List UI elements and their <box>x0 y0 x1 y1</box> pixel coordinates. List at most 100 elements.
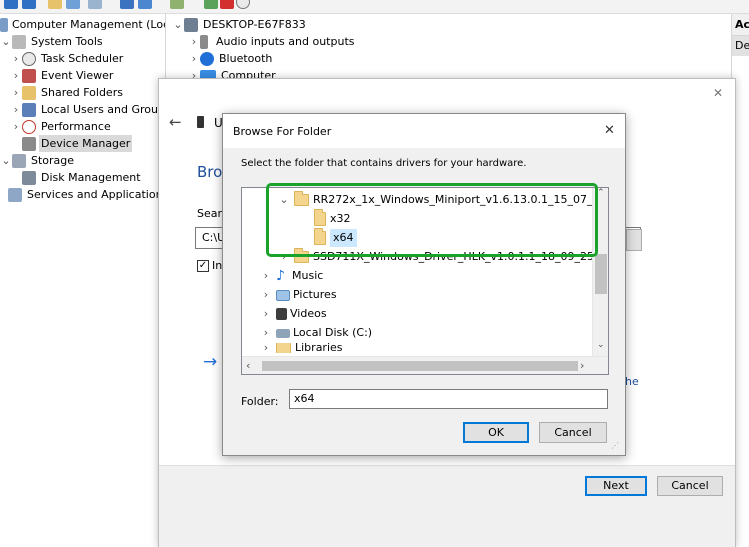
tree-item-disk-management[interactable]: Disk Management <box>22 169 143 186</box>
forward-icon[interactable] <box>22 0 36 9</box>
folder-tree[interactable]: ⌄ RR272x_1x_Windows_Miniport_v1.6.13.0.1… <box>241 187 609 375</box>
folder-icon <box>294 248 309 263</box>
chevron-right-icon[interactable]: › <box>260 267 272 285</box>
tree-item-shared-folders[interactable]: › Shared Folders <box>10 84 125 101</box>
folder-item-label: Pictures <box>293 288 337 301</box>
chevron-right-icon[interactable]: › <box>260 305 272 323</box>
include-subfolders-checkbox[interactable]: ✓ <box>197 260 209 272</box>
folder-item-label: Local Disk (C:) <box>293 326 373 339</box>
device-tree-root[interactable]: ⌄ DESKTOP-E67F833 <box>172 16 308 33</box>
tree-item-performance[interactable]: › Performance <box>10 118 113 135</box>
chevron-right-icon[interactable]: › <box>260 343 272 353</box>
folder-item-local-disk[interactable]: › Local Disk (C:) <box>260 324 372 342</box>
folder-item-music[interactable]: › ♪ Music <box>260 267 324 285</box>
computer-name: DESKTOP-E67F833 <box>203 18 306 31</box>
properties-icon[interactable] <box>88 0 102 9</box>
tools-icon <box>12 34 26 49</box>
storage-icon <box>12 153 26 168</box>
back-icon[interactable] <box>4 0 18 9</box>
disk-drive-icon <box>276 328 290 338</box>
device-category-audio[interactable]: › Audio inputs and outputs <box>188 33 357 50</box>
actions-item[interactable]: De <box>732 36 749 56</box>
scroll-right-icon[interactable]: › <box>580 359 584 372</box>
resize-grip-icon[interactable]: ⋰ <box>611 441 619 450</box>
show-hide-tree-icon[interactable] <box>66 0 80 9</box>
scroll-left-icon[interactable]: ‹ <box>246 359 250 372</box>
tree-item-storage[interactable]: ⌄ Storage <box>0 152 76 169</box>
tree-root[interactable]: Computer Management (Local <box>0 16 165 33</box>
tree-item-system-tools[interactable]: ⌄ System Tools <box>0 33 105 50</box>
shared-folder-icon <box>22 85 36 100</box>
chevron-right-icon[interactable]: › <box>10 101 22 118</box>
help-icon[interactable] <box>120 0 134 9</box>
horizontal-scrollbar[interactable]: ‹ › <box>242 356 608 374</box>
wizard-footer: Next Cancel <box>159 465 735 547</box>
folder-item-libraries[interactable]: › Libraries <box>260 343 343 353</box>
next-button[interactable]: Next <box>585 476 647 496</box>
folder-item-pictures[interactable]: › Pictures <box>260 286 337 304</box>
tree-item-task-scheduler[interactable]: › Task Scheduler <box>10 50 125 67</box>
scan-hardware-icon[interactable] <box>170 0 184 9</box>
wizard-cancel-button[interactable]: Cancel <box>657 476 723 496</box>
vertical-scroll-thumb[interactable] <box>595 254 607 294</box>
chevron-right-icon[interactable]: › <box>188 50 200 67</box>
scroll-down-icon[interactable]: ⌄ <box>597 340 605 350</box>
computer-icon <box>184 17 198 32</box>
folder-input[interactable]: x64 <box>289 389 608 409</box>
scroll-up-icon[interactable]: ⌃ <box>597 188 605 198</box>
pick-from-list-arrow-icon[interactable]: → <box>203 352 217 372</box>
up-folder-icon[interactable] <box>48 0 62 9</box>
chevron-right-icon[interactable]: › <box>10 50 22 67</box>
actions-header: Ac <box>732 14 749 36</box>
browse-button[interactable] <box>626 229 642 251</box>
chevron-right-icon[interactable]: › <box>10 67 22 84</box>
device-category-bluetooth[interactable]: › Bluetooth <box>188 50 274 67</box>
folder-item-videos[interactable]: › Videos <box>260 305 327 323</box>
folder-item-label: RR272x_1x_Windows_Miniport_v1.6.13.0.1_1… <box>313 193 607 206</box>
chevron-right-icon[interactable]: › <box>10 118 22 135</box>
download-icon[interactable] <box>236 0 250 9</box>
chevron-right-icon[interactable]: › <box>260 286 272 304</box>
chevron-right-icon[interactable]: › <box>10 84 22 101</box>
disk-icon <box>22 170 36 185</box>
tree-item-label: Services and Applications <box>27 188 166 201</box>
services-icon <box>8 187 22 202</box>
chevron-right-icon[interactable]: › <box>260 324 272 342</box>
view-icon[interactable] <box>138 0 152 9</box>
folder-item-ssd711x[interactable]: › SSD711X_Windows_Driver_HLK_v1.0.1.1_18… <box>278 248 594 266</box>
ok-button[interactable]: OK <box>463 422 529 443</box>
vertical-scrollbar[interactable]: ⌃ ⌄ <box>592 188 608 356</box>
folder-item-rr272x[interactable]: ⌄ RR272x_1x_Windows_Miniport_v1.6.13.0.1… <box>278 191 607 209</box>
back-arrow-icon[interactable]: ← <box>169 113 182 131</box>
chevron-down-icon[interactable]: ⌄ <box>0 33 12 50</box>
tree-item-label: Storage <box>31 154 75 167</box>
folder-item-label-selected: x64 <box>330 229 357 247</box>
chevron-right-icon[interactable]: › <box>278 248 290 266</box>
dialog-instruction: Select the folder that contains drivers … <box>241 158 527 169</box>
tree-item-label: Shared Folders <box>41 86 123 99</box>
chevron-down-icon[interactable]: ⌄ <box>172 16 184 33</box>
folder-icon <box>276 343 291 353</box>
wizard-close-icon[interactable]: ✕ <box>713 86 723 100</box>
pick-from-list-link[interactable]: he <box>625 375 639 388</box>
tree-item-label: Device Manager <box>39 135 133 152</box>
dialog-cancel-button[interactable]: Cancel <box>539 422 607 443</box>
tree-item-label: Performance <box>41 120 111 133</box>
dialog-close-icon[interactable]: ✕ <box>604 123 615 138</box>
tree-item-services-apps[interactable]: Services and Applications <box>8 186 166 203</box>
folder-icon <box>314 228 326 245</box>
chevron-right-icon[interactable]: › <box>188 33 200 50</box>
tree-item-local-users[interactable]: › Local Users and Groups <box>10 101 165 118</box>
chevron-down-icon[interactable]: ⌄ <box>278 191 290 209</box>
chevron-down-icon[interactable]: ⌄ <box>0 152 12 169</box>
folder-item-x64[interactable]: x64 <box>314 228 357 247</box>
uninstall-icon[interactable] <box>220 0 234 9</box>
folder-item-label: Videos <box>290 307 327 320</box>
update-driver-icon[interactable] <box>204 0 218 9</box>
music-icon: ♪ <box>276 268 285 284</box>
folder-item-label: Libraries <box>295 343 343 353</box>
horizontal-scroll-thumb[interactable] <box>262 361 578 371</box>
tree-item-event-viewer[interactable]: › Event Viewer <box>10 67 115 84</box>
tree-item-device-manager[interactable]: Device Manager <box>22 135 133 152</box>
folder-item-x32[interactable]: x32 <box>314 209 351 228</box>
